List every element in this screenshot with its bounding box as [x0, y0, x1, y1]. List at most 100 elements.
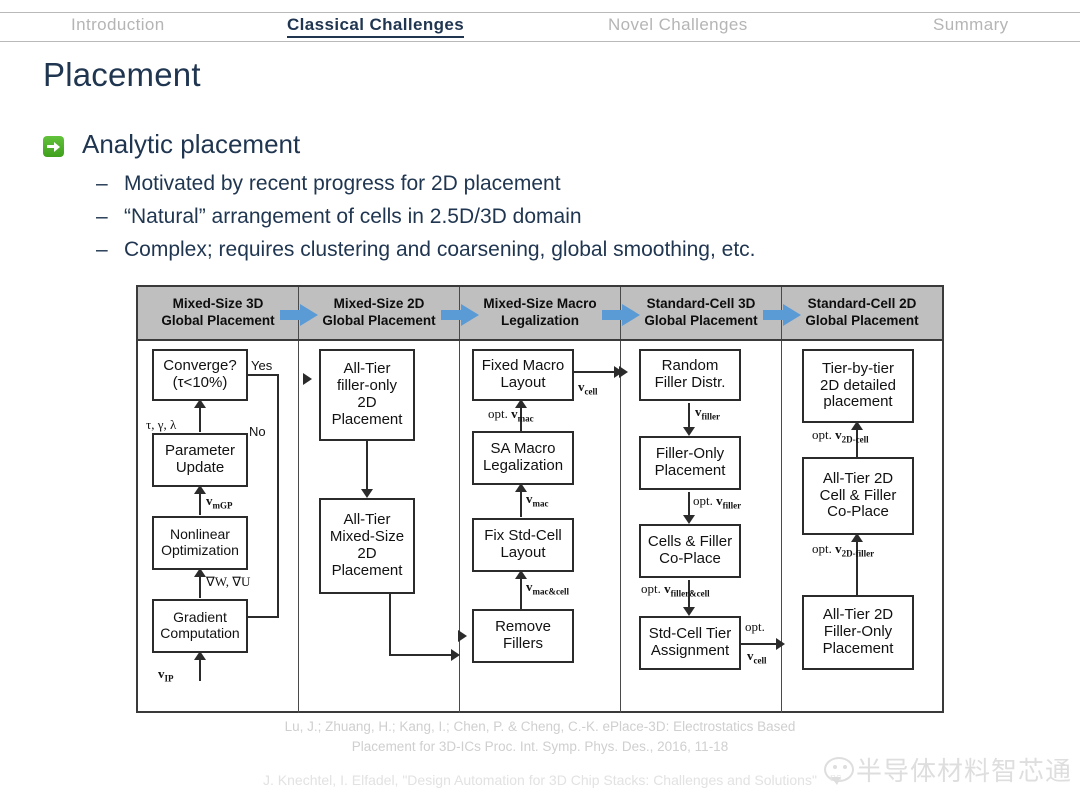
node-tier-by-tier-2d-detailed[interactable]: Tier-by-tier 2D detailed placement — [802, 349, 914, 423]
connector-arrow-down-col2 — [361, 489, 373, 498]
connector-arrow-in-col2 — [303, 373, 312, 385]
edge-label-no: No — [249, 424, 266, 439]
edge-label-opt-v-filler-cell: opt. vfiller&cell — [641, 581, 710, 599]
edge-label-opt: opt. — [641, 581, 661, 596]
node-line-3: Co-Place — [827, 503, 889, 521]
wechat-dot-right — [842, 765, 847, 769]
flowchart-column-5: Tier-by-tier 2D detailed placement opt. … — [782, 341, 942, 713]
node-line-2: Layout — [500, 374, 546, 391]
edge-label-sub: filler&cell — [670, 588, 710, 599]
nav-item-classical-challenges[interactable]: Classical Challenges — [287, 15, 465, 38]
footer-caption: J. Knechtel, I. Elfadel, "Design Automat… — [263, 772, 817, 788]
flowchart-header-cell-5: Standard-Cell 2D Global Placement — [782, 287, 942, 339]
node-line-2: Fillers — [502, 635, 543, 652]
edge-label-sub: IP — [164, 673, 174, 684]
page-title: Placement — [43, 56, 201, 93]
flowchart-diagram: Mixed-Size 3D Global Placement Mixed-Siz… — [136, 285, 944, 713]
node-line-1: All-Tier — [343, 511, 391, 529]
node-converge[interactable]: Converge? (τ<10%) — [152, 349, 248, 401]
flowchart-column-4: Random Filler Distr. vfiller Filler-Only… — [619, 341, 785, 713]
list-item: – “Natural” arrangement of cells in 2.5D… — [96, 205, 756, 229]
node-cells-filler-co-place[interactable]: Cells & Filler Co-Place — [639, 524, 741, 578]
node-line-1: Remove — [495, 618, 551, 636]
nav-item-introduction[interactable]: Introduction — [71, 15, 165, 35]
connector-v-fixstd — [520, 574, 522, 609]
node-remove-fillers[interactable]: Remove Fillers — [472, 609, 574, 663]
connector-arrow-right-col2 — [451, 649, 460, 661]
connector-h-col2-out — [389, 654, 457, 656]
header-line-1: Standard-Cell 2D — [807, 296, 917, 312]
section-navbar: Introduction Classical Challenges Novel … — [0, 12, 1080, 42]
connector-v-col2 — [366, 441, 368, 493]
edge-label-v-cell-col3: vcell — [578, 379, 598, 397]
node-all-tier-filler-only-2d[interactable]: All-Tier filler-only 2D Placement — [319, 349, 415, 441]
header-line-2: Global Placement — [805, 313, 919, 328]
connector-arrow-down-random — [683, 427, 695, 436]
bullet-sub-list: – Motivated by recent progress for 2D pl… — [96, 172, 756, 271]
node-line-2: Assignment — [650, 642, 730, 659]
edge-label-opt: opt. — [693, 493, 713, 508]
flowchart-column-3: Fixed Macro Layout vcell opt. vmac SA Ma… — [458, 341, 623, 713]
edge-label-sub: filler — [701, 411, 721, 422]
node-line-4: Placement — [331, 410, 403, 428]
edge-label-v-mac-cell: vmac&cell — [526, 579, 569, 597]
stage-arrow-icon-2 — [441, 304, 479, 326]
node-filler-only-placement[interactable]: Filler-Only Placement — [639, 436, 741, 490]
node-line-2: Placement — [654, 462, 726, 479]
edge-label-opt: opt. — [488, 406, 508, 421]
node-nonlinear-optimization[interactable]: Nonlinear Optimization — [152, 516, 248, 570]
node-line-1: Filler-Only — [655, 445, 725, 463]
list-item-label: Motivated by recent progress for 2D plac… — [124, 172, 561, 195]
node-std-cell-tier-assignment[interactable]: Std-Cell Tier Assignment — [639, 616, 741, 670]
edge-label-sub: mac — [532, 498, 549, 509]
node-all-tier-2d-filler-only-placement[interactable]: All-Tier 2D Filler-Only Placement — [802, 595, 914, 670]
header-line-1: Mixed-Size 2D — [333, 296, 425, 312]
flowchart-header-cell-4: Standard-Cell 3D Global Placement — [621, 287, 782, 339]
connector-feedback-vertical — [277, 375, 279, 617]
node-all-tier-2d-cell-filler-co-place[interactable]: All-Tier 2D Cell & Filler Co-Place — [802, 457, 914, 535]
node-line-1: Cells & Filler — [647, 533, 733, 551]
node-random-filler-distr[interactable]: Random Filler Distr. — [639, 349, 741, 401]
node-gradient-computation[interactable]: Gradient Computation — [152, 599, 248, 653]
node-sa-macro-legalization[interactable]: SA Macro Legalization — [472, 431, 574, 485]
edge-label-sub: 2D-cell — [841, 434, 869, 445]
node-line-1: Gradient — [173, 609, 227, 626]
header-line-2: Legalization — [500, 313, 579, 328]
header-line-2: Global Placement — [322, 313, 436, 328]
node-parameter-update[interactable]: Parameter Update — [152, 433, 248, 487]
header-line-1: Standard-Cell 3D — [646, 296, 756, 312]
node-all-tier-mixed-size-2d[interactable]: All-Tier Mixed-Size 2D Placement — [319, 498, 415, 594]
node-fix-std-cell-layout[interactable]: Fix Std-Cell Layout — [472, 518, 574, 572]
edge-label-v-mgp: vmGP — [206, 493, 233, 511]
node-line-2: Layout — [500, 544, 546, 561]
bullet-main-row: Analytic placement — [43, 129, 300, 160]
node-line-1: Fixed Macro — [481, 357, 565, 375]
source-caption: Lu, J.; Zhuang, H.; Kang, I.; Chen, P. &… — [136, 717, 944, 756]
node-line-2: Legalization — [482, 457, 564, 474]
edge-label-sub: mac&cell — [532, 586, 569, 597]
connector-arrow-right-col4 — [776, 638, 785, 650]
list-item: – Motivated by recent progress for 2D pl… — [96, 172, 756, 196]
node-line-2: Filler-Only — [823, 623, 893, 641]
edge-label-v-mac: vmac — [526, 491, 549, 509]
dash-marker: – — [96, 205, 108, 228]
node-line-1: Random — [661, 357, 719, 375]
node-line-2: Computation — [160, 625, 240, 641]
edge-label-opt-v-2d-cell: opt. v2D-cell — [812, 427, 869, 445]
nav-item-summary[interactable]: Summary — [933, 15, 1009, 35]
dash-marker: – — [96, 172, 108, 195]
green-arrow-badge-icon — [43, 135, 64, 157]
header-line-1: Mixed-Size Macro — [483, 296, 597, 312]
edge-label-v-ip: vIP — [158, 666, 174, 684]
connector-v-col2-out — [389, 594, 391, 656]
wechat-dot-left — [832, 765, 837, 769]
nav-item-novel-challenges[interactable]: Novel Challenges — [608, 15, 748, 35]
slide-canvas: Introduction Classical Challenges Novel … — [0, 0, 1080, 810]
flowchart-body: Converge? (τ<10%) Yes No τ, γ, λ Paramet… — [138, 341, 942, 713]
node-line-3: 2D — [357, 545, 377, 562]
node-line-2: 2D detailed — [820, 376, 896, 394]
node-fixed-macro-layout[interactable]: Fixed Macro Layout — [472, 349, 574, 401]
edge-label-yes: Yes — [251, 358, 273, 373]
node-line-1: Parameter — [164, 442, 236, 460]
stage-arrow-icon-3 — [602, 304, 640, 326]
